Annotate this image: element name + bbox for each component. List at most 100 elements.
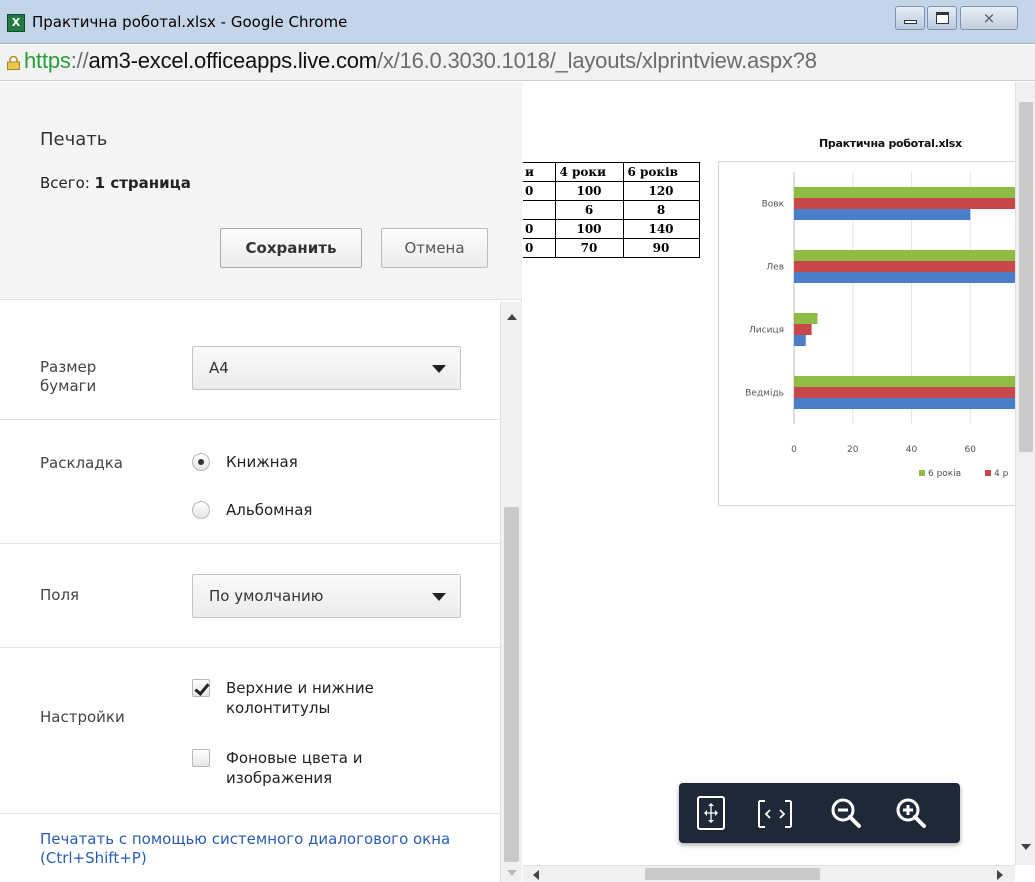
radio-icon[interactable] [192, 501, 210, 519]
maximize-button[interactable] [927, 6, 957, 30]
category-label: Лисиця [749, 326, 784, 336]
table-cell: 6 [554, 200, 624, 220]
fit-width-button[interactable] [755, 793, 795, 833]
x-tick-label: 20 [847, 445, 859, 455]
browser-window: X Практична роботаl.xlsx - Google Chrome… [0, 0, 1035, 882]
print-header: Печать Всего: 1 страница Сохранить Отмен… [0, 82, 522, 300]
bar [794, 209, 971, 220]
bar [794, 261, 1015, 272]
bar [794, 272, 1015, 283]
sheet-table: и 4 роки 6 років 0 100 120 6 8 0 100 140… [523, 162, 700, 258]
maximize-icon [936, 12, 949, 24]
legend-swatch [919, 470, 925, 476]
settings-list: Размер бумаги A4 Раскладка Книжная Альбо… [0, 302, 500, 882]
scroll-right-icon[interactable] [997, 870, 1003, 880]
zoom-in-button[interactable] [891, 793, 931, 833]
legend-label: 6 років [928, 469, 961, 479]
bar [794, 198, 1015, 209]
scroll-down-icon[interactable] [507, 870, 517, 876]
scroll-left-icon[interactable] [533, 870, 539, 880]
url-separator: :// [70, 48, 89, 73]
scroll-thumb[interactable] [1019, 102, 1033, 452]
table-cell: 140 [622, 219, 700, 239]
lock-icon [7, 56, 20, 70]
url-text[interactable]: https://am3-excel.officeapps.live.com/x/… [24, 48, 817, 74]
total-value: 1 страница [94, 174, 191, 192]
zoom-toolbar [679, 783, 960, 843]
panel-scrollbar[interactable] [500, 302, 522, 882]
system-dialog-link[interactable]: Печатать с помощью системного диалоговог… [40, 830, 490, 868]
page-total: Всего: 1 страница [40, 174, 191, 192]
scroll-thumb[interactable] [504, 507, 519, 862]
margins-row: Поля По умолчанию [0, 544, 500, 648]
print-preview: и 4 роки 6 років 0 100 120 6 8 0 100 140… [523, 82, 1015, 865]
save-button[interactable]: Сохранить [220, 228, 362, 268]
preview-vertical-scrollbar[interactable] [1015, 82, 1035, 865]
option-label: Фоновые цвета и изображения [226, 749, 363, 787]
total-label: Всего: [40, 174, 90, 192]
x-tick-label: 0 [791, 445, 797, 455]
fit-page-button[interactable] [691, 793, 731, 833]
layout-option-portrait[interactable]: Книжная [192, 452, 298, 472]
table-row: 6 8 [523, 200, 700, 220]
table-cell: 100 [554, 181, 624, 201]
table-cell: 70 [554, 238, 624, 258]
bar [794, 398, 1015, 409]
scroll-thumb[interactable] [645, 868, 820, 880]
table-header-cell: 4 роки [554, 162, 624, 182]
close-button[interactable]: ⨯ [960, 6, 1018, 30]
table-cell [523, 200, 556, 220]
close-icon: ⨯ [982, 9, 996, 27]
category-label: Вовк [762, 200, 785, 210]
layout-option-label: Альбомная [226, 501, 313, 519]
x-tick-label: 40 [906, 445, 918, 455]
url-host: am3-excel.officeapps.live.com [88, 48, 377, 73]
bar-chart: 0 20 40 60 Вовк Лев Лисиця Ведмідь 6 років 4 р [745, 172, 1015, 479]
margins-select[interactable]: По умолчанию [192, 574, 461, 618]
option-label: Верхние и нижние колонтитулы [226, 679, 374, 717]
bar [794, 187, 1015, 198]
table-cell: 0 [523, 238, 556, 258]
zoom-out-button[interactable] [826, 793, 866, 833]
table-cell: 0 [523, 181, 556, 201]
scroll-up-icon[interactable] [507, 314, 517, 320]
background-graphics-option[interactable]: Фоновые цвета и изображения [192, 748, 432, 788]
table-cell: 8 [622, 200, 700, 220]
layout-label: Раскладка [40, 454, 123, 472]
table-row: 0 100 140 [523, 219, 700, 239]
print-title: Печать [40, 129, 108, 150]
minimize-button[interactable] [895, 6, 925, 30]
chart-frame: 0 20 40 60 Вовк Лев Лисиця Ведмідь 6 років 4 р [718, 161, 1015, 506]
headers-footers-option[interactable]: Верхние и нижние колонтитулы [192, 678, 432, 718]
bar [794, 335, 806, 346]
fit-width-icon [758, 800, 792, 828]
print-settings-panel: Печать Всего: 1 страница Сохранить Отмен… [0, 82, 522, 882]
cancel-button[interactable]: Отмена [381, 228, 488, 268]
scroll-down-icon[interactable] [1021, 844, 1031, 850]
table-header-cell: и [523, 162, 556, 182]
chevron-down-icon [432, 593, 446, 601]
table-cell: 90 [622, 238, 700, 258]
table-cell: 100 [554, 219, 624, 239]
table-cell: 120 [622, 181, 700, 201]
paper-size-select[interactable]: A4 [192, 346, 461, 390]
preview-horizontal-scrollbar[interactable] [523, 865, 1015, 882]
radio-icon[interactable] [192, 453, 210, 471]
bar [794, 313, 818, 324]
margins-value: По умолчанию [209, 587, 324, 605]
url-path: /x/16.0.3030.1018/_layouts/xlprintview.a… [376, 48, 817, 73]
window-title: Практична роботаl.xlsx - Google Chrome [32, 13, 348, 31]
checkbox-icon[interactable] [192, 679, 210, 697]
checkbox-icon[interactable] [192, 749, 210, 767]
paper-size-label: Размер бумаги [40, 358, 97, 395]
layout-option-landscape[interactable]: Альбомная [192, 500, 312, 520]
layout-row: Раскладка Книжная Альбомная [0, 420, 500, 544]
address-bar[interactable]: https://am3-excel.officeapps.live.com/x/… [0, 45, 1035, 81]
category-label: Лев [766, 263, 784, 273]
bar [794, 324, 812, 335]
fit-page-icon [697, 796, 725, 830]
legend-label: 4 р [994, 469, 1009, 479]
minimize-icon [904, 20, 917, 24]
bar [794, 387, 1015, 398]
zoom-in-icon [896, 798, 926, 828]
